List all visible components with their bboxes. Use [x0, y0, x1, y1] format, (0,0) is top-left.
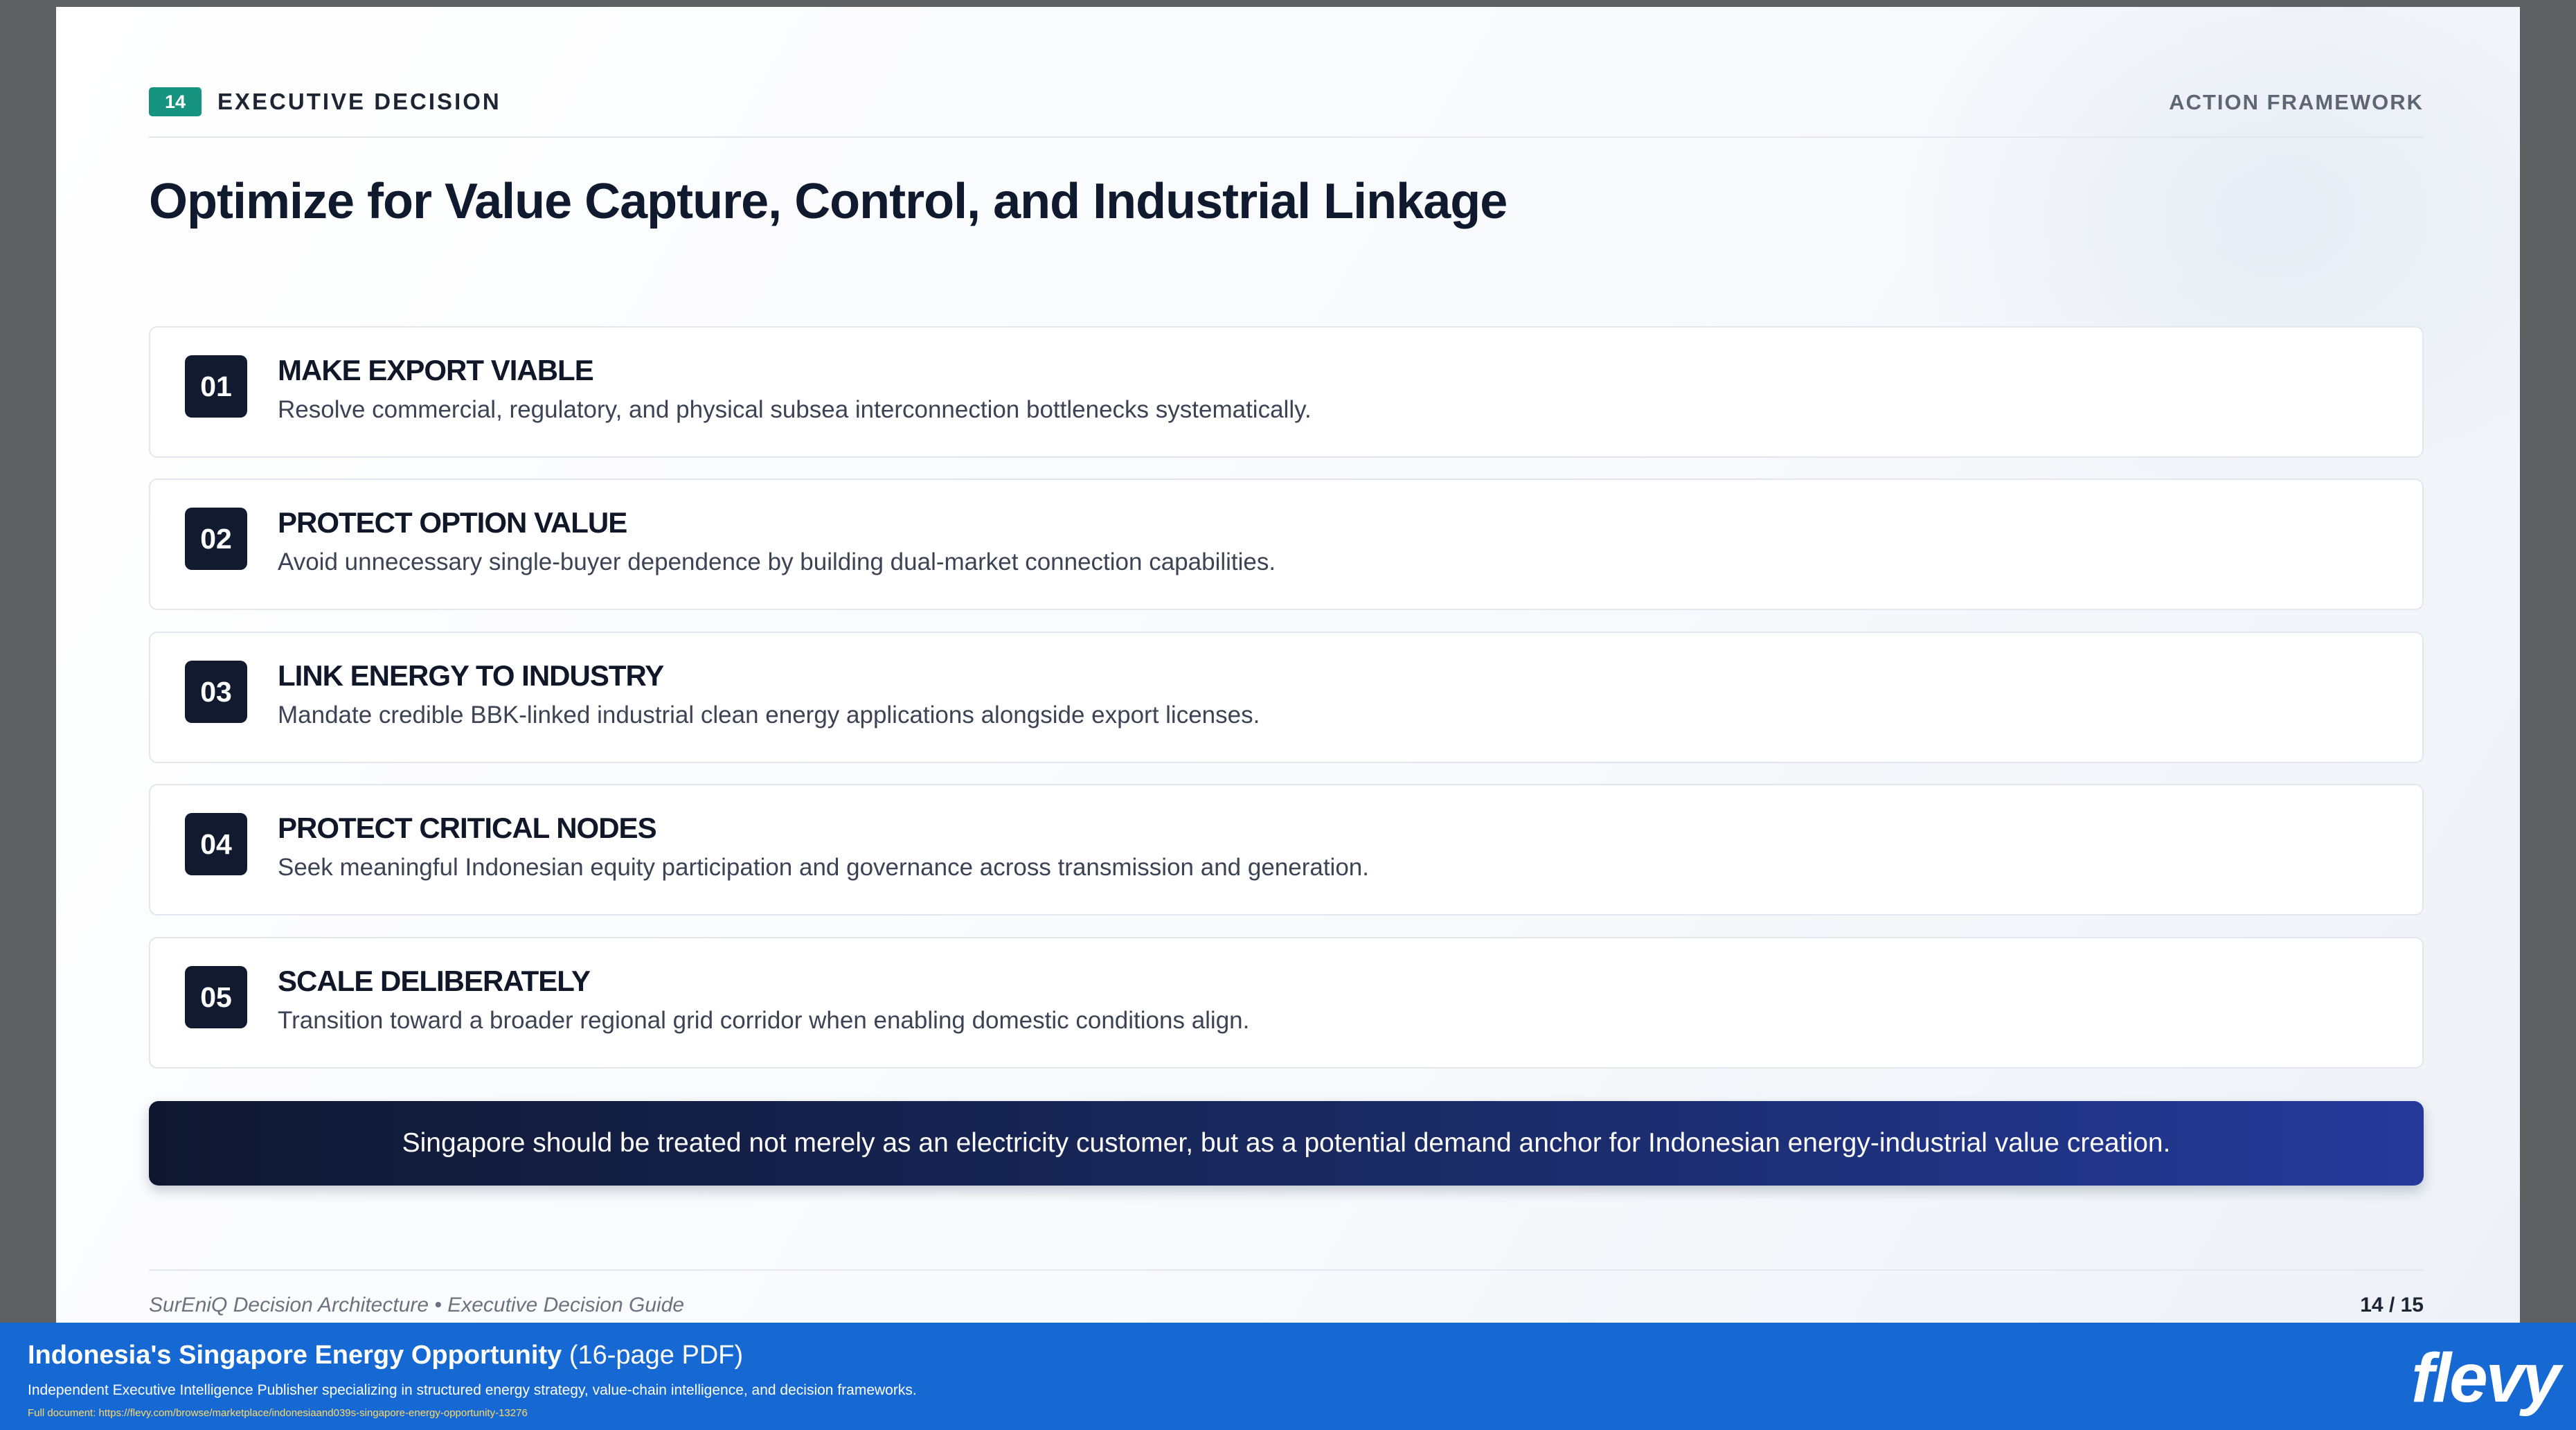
- action-card-1: 01 MAKE EXPORT VIABLE Resolve commercial…: [149, 326, 2424, 458]
- action-number: 04: [185, 813, 247, 875]
- header-divider: [149, 136, 2424, 138]
- document-page-count: (16-page PDF): [569, 1341, 744, 1370]
- footer-source: SurEniQ Decision Architecture • Executiv…: [149, 1294, 685, 1316]
- action-number: 02: [185, 508, 247, 570]
- action-title: MAKE EXPORT VIABLE: [278, 354, 594, 386]
- action-card-2: 02 PROTECT OPTION VALUE Avoid unnecessar…: [149, 479, 2424, 610]
- document-title: Indonesia's Singapore Energy Opportunity: [28, 1341, 562, 1370]
- action-card-3: 03 LINK ENERGY TO INDUSTRY Mandate credi…: [149, 632, 2424, 763]
- action-description: Mandate credible BBK-linked industrial c…: [278, 701, 1260, 729]
- flevy-logo[interactable]: flevy: [2411, 1337, 2561, 1420]
- action-title: PROTECT CRITICAL NODES: [278, 812, 657, 844]
- section-label: EXECUTIVE DECISION: [217, 89, 501, 114]
- action-number: 05: [185, 966, 247, 1028]
- action-description: Resolve commercial, regulatory, and phys…: [278, 396, 1312, 423]
- document-info-bar: Indonesia's Singapore Energy Opportunity…: [0, 1323, 2576, 1430]
- footer-divider: [149, 1269, 2424, 1271]
- action-description: Seek meaningful Indonesian equity partic…: [278, 854, 1369, 881]
- document-title-line: Indonesia's Singapore Energy Opportunity…: [28, 1341, 743, 1370]
- full-document-link[interactable]: Full document: https://flevy.com/browse/…: [28, 1407, 528, 1419]
- slide-header: 14 EXECUTIVE DECISION ACTION FRAMEWORK: [149, 82, 2424, 125]
- action-card-5: 05 SCALE DELIBERATELY Transition toward …: [149, 937, 2424, 1069]
- action-number: 01: [185, 355, 247, 418]
- slide-number-badge: 14: [149, 87, 202, 116]
- action-number: 03: [185, 661, 247, 723]
- publisher-description: Independent Executive Intelligence Publi…: [28, 1382, 917, 1398]
- framework-label: ACTION FRAMEWORK: [2169, 90, 2424, 114]
- action-description: Avoid unnecessary single-buyer dependenc…: [278, 548, 1276, 575]
- action-description: Transition toward a broader regional gri…: [278, 1007, 1250, 1034]
- slide-title: Optimize for Value Capture, Control, and…: [149, 174, 1508, 229]
- slide: 14 EXECUTIVE DECISION ACTION FRAMEWORK O…: [56, 7, 2520, 1323]
- action-title: SCALE DELIBERATELY: [278, 965, 591, 997]
- action-card-4: 04 PROTECT CRITICAL NODES Seek meaningfu…: [149, 784, 2424, 915]
- action-title: PROTECT OPTION VALUE: [278, 506, 627, 539]
- page-indicator: 14 / 15: [2360, 1294, 2424, 1316]
- key-message-banner: Singapore should be treated not merely a…: [149, 1101, 2424, 1186]
- action-title: LINK ENERGY TO INDUSTRY: [278, 659, 664, 692]
